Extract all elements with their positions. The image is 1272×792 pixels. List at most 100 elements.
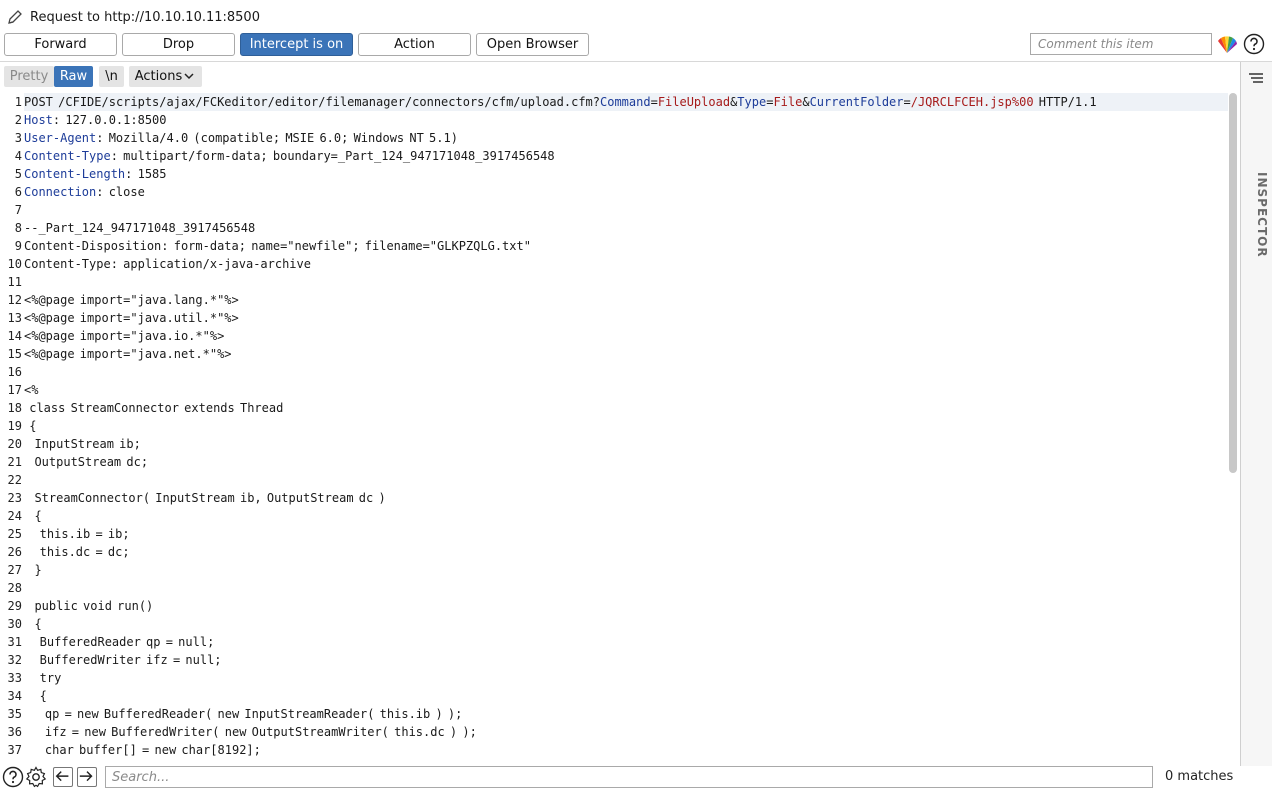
gear-icon[interactable] [25, 766, 47, 788]
line-number: 28 [7, 581, 22, 595]
body-line: } [24, 563, 42, 577]
line-number: 12 [7, 293, 22, 307]
line-number: 29 [7, 599, 22, 613]
header-line: User-Agent: Mozilla/4.0 (compatible; MSI… [24, 131, 458, 145]
inspector-panel[interactable]: INSPECTOR [1240, 62, 1272, 766]
body-line: BufferedWriter ifz = null; [24, 653, 222, 667]
hamburger-icon[interactable] [1248, 72, 1264, 86]
body-line [24, 273, 1228, 291]
header-line: Host: 127.0.0.1:8500 [24, 113, 167, 127]
line-number: 13 [7, 311, 22, 325]
line-number: 2 [14, 113, 22, 127]
comment-input[interactable] [1030, 33, 1212, 55]
body-line: <%@page import="java.io.*"%> [24, 329, 225, 343]
drop-button[interactable]: Drop [122, 33, 235, 56]
line-number: 22 [7, 473, 22, 487]
toolbar-divider [0, 61, 1272, 62]
header-value: Mozilla/4.0 (compatible; MSIE 6.0; Windo… [108, 131, 458, 145]
window-title: Request to http://10.10.10.11:8500 [30, 9, 260, 25]
body-line [24, 363, 1228, 381]
body-line: { [24, 689, 47, 703]
body-line: InputStream ib; [24, 437, 141, 451]
next-match-button[interactable] [77, 767, 97, 787]
line-number: 36 [7, 725, 22, 739]
body-line: Content-Disposition: form-data; name="ne… [24, 239, 531, 253]
line-number: 26 [7, 545, 22, 559]
help-icon[interactable] [2, 766, 24, 788]
line-number: 15 [7, 347, 22, 361]
line-number: 4 [14, 149, 22, 163]
header-name: User-Agent [24, 131, 97, 145]
line-number: 11 [7, 275, 22, 289]
body-line: { [24, 509, 42, 523]
title-bar: Request to http://10.10.10.11:8500 [0, 0, 1272, 34]
body-line: BufferedReader qp = null; [24, 635, 215, 649]
header-value: multipart/form-data; boundary=_Part_124_… [123, 149, 555, 163]
line-number: 9 [14, 239, 22, 253]
actions-menu-label: Actions [134, 69, 183, 84]
intercept-toggle-button[interactable]: Intercept is on [240, 33, 353, 56]
param-value: FileUpload [657, 95, 731, 109]
body-line [24, 471, 1228, 489]
line-number: 3 [14, 131, 22, 145]
request-path: /CFIDE/scripts/ajax/FCKeditor/editor/fil… [58, 95, 600, 109]
body-line: { [24, 617, 42, 631]
newline-toggle[interactable]: \n [99, 66, 124, 87]
arrow-right-icon [79, 771, 93, 782]
line-number: 37 [7, 743, 22, 757]
http-version: HTTP/1.1 [1038, 95, 1097, 109]
request-text[interactable]: POST /CFIDE/scripts/ajax/FCKeditor/edito… [24, 93, 1228, 763]
body-line: <%@page import="java.util.*"%> [24, 311, 239, 325]
color-wheel-icon[interactable] [1216, 35, 1238, 55]
header-value: close [108, 185, 145, 199]
param-name: Command [600, 95, 651, 109]
line-number: 1 [14, 95, 22, 109]
line-number: 10 [7, 257, 22, 271]
body-line: qp = new BufferedReader( new InputStream… [24, 707, 463, 721]
header-name: Content-Length [24, 167, 126, 181]
arrow-left-icon [55, 771, 69, 782]
line-number: 7 [14, 203, 22, 217]
line-number: 5 [14, 167, 22, 181]
line-number: 34 [7, 689, 22, 703]
line-number: 35 [7, 707, 22, 721]
header-name: Host [24, 113, 53, 127]
previous-match-button[interactable] [53, 767, 73, 787]
header-value: 1585 [137, 167, 167, 181]
line-number: 6 [14, 185, 22, 199]
help-icon[interactable] [1243, 33, 1265, 55]
body-line: this.ib = ib; [24, 527, 130, 541]
line-number: 31 [7, 635, 22, 649]
actions-menu[interactable]: Actions [129, 66, 202, 87]
param-name: CurrentFolder [809, 95, 904, 109]
param-value: File [773, 95, 803, 109]
header-line: Content-Length: 1585 [24, 167, 167, 181]
tab-raw[interactable]: Raw [54, 66, 93, 87]
tab-pretty[interactable]: Pretty [4, 66, 54, 87]
open-browser-button[interactable]: Open Browser [476, 33, 589, 56]
search-bar: 0 matches [0, 766, 1240, 790]
action-button[interactable]: Action [358, 33, 471, 56]
line-number: 23 [7, 491, 22, 505]
body-line: <%@page import="java.net.*"%> [24, 347, 232, 361]
line-number: 30 [7, 617, 22, 631]
body-line: char buffer[] = new char[8192]; [24, 743, 261, 757]
body-line: <%@page import="java.lang.*"%> [24, 293, 239, 307]
body-line: --_Part_124_947171048_3917456548 [24, 221, 256, 235]
line-number: 20 [7, 437, 22, 451]
body-line [24, 201, 1228, 219]
header-name: Connection [24, 185, 97, 199]
line-number: 19 [7, 419, 22, 433]
body-line: OutputStream dc; [24, 455, 149, 469]
header-line: Connection: close [24, 185, 145, 199]
inspector-label[interactable]: INSPECTOR [1169, 172, 1269, 258]
forward-button[interactable]: Forward [4, 33, 117, 56]
line-number: 18 [7, 401, 22, 415]
vertical-scrollbar[interactable] [1229, 93, 1237, 473]
line-number: 24 [7, 509, 22, 523]
request-line: POST /CFIDE/scripts/ajax/FCKeditor/edito… [24, 93, 1228, 111]
line-number: 32 [7, 653, 22, 667]
header-value: 127.0.0.1:8500 [65, 113, 167, 127]
search-input[interactable] [105, 766, 1153, 788]
request-editor[interactable]: 1 2 3 4 5 6 7 8 9 10 11 12 13 14 15 16 17 18 19 20 21 22 23 24 2… [0, 93, 1230, 763]
